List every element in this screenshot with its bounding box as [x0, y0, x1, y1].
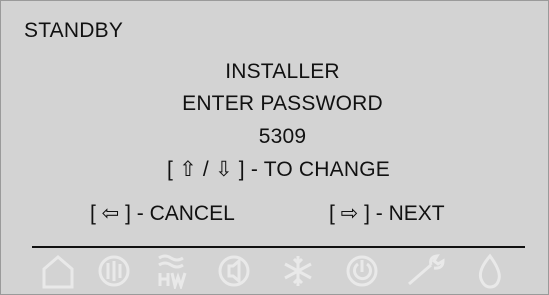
icon-divider: [32, 246, 525, 248]
power-icon: [345, 253, 379, 289]
password-value[interactable]: 5309: [9, 125, 549, 149]
flame-icon: [473, 253, 507, 289]
menu-title: INSTALLER: [225, 60, 340, 83]
controller-display: STANDBY INSTALLER ENTER PASSWORD 5309 [ …: [0, 0, 549, 295]
wrench-icon: [405, 253, 447, 289]
home-icon: [41, 253, 75, 289]
hot-water-icon: [155, 253, 189, 292]
speaker-icon: [217, 253, 251, 289]
cancel-hint: [ ⇦ ] - CANCEL: [90, 202, 235, 225]
password-prompt: ENTER PASSWORD: [182, 92, 383, 115]
snowflake-icon: [281, 253, 315, 289]
status-icon-row: [41, 253, 511, 292]
heating-zone-icon: [97, 253, 131, 289]
next-hint: [ ⇨ ] - NEXT: [329, 202, 445, 225]
change-value-hint: [ ⇧ / ⇩ ] - TO CHANGE: [167, 158, 390, 181]
status-mode-label: STANDBY: [24, 19, 124, 42]
